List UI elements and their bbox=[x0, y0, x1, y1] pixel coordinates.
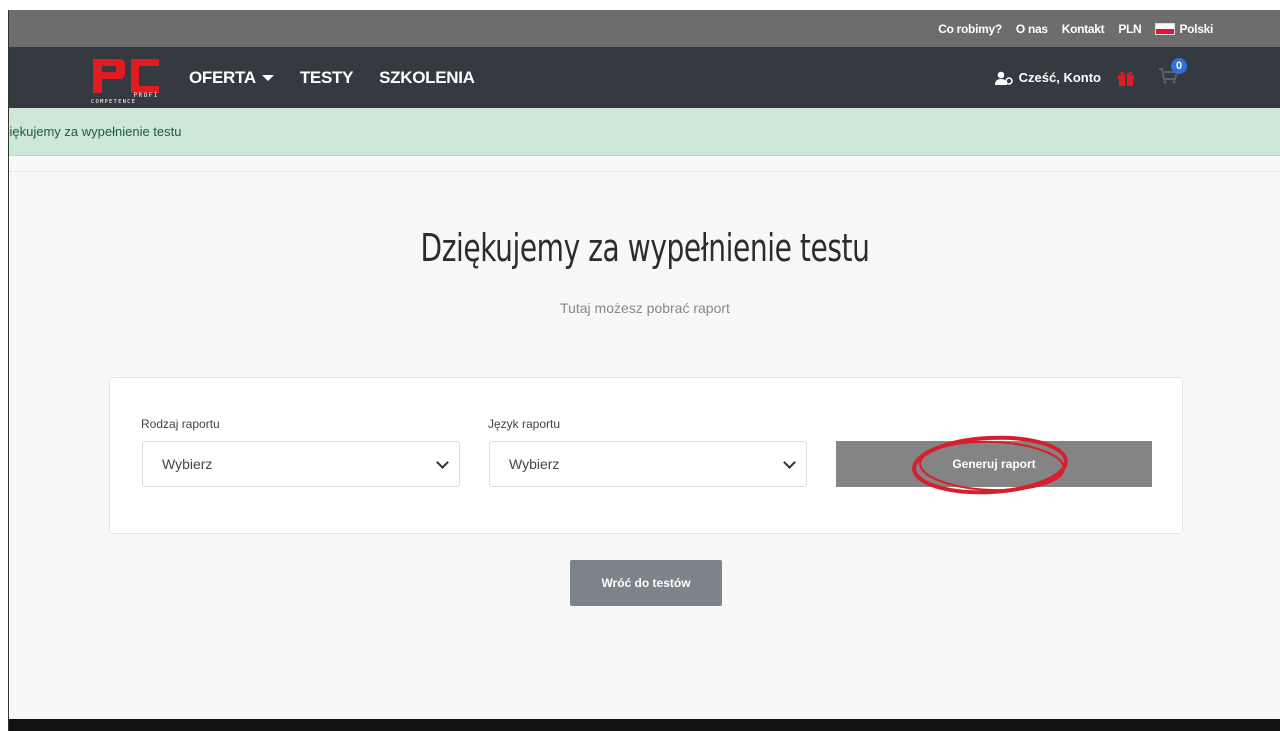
divider bbox=[9, 171, 1280, 172]
nav-right: Cześć, Konto 0 bbox=[994, 47, 1187, 108]
chevron-down-icon bbox=[436, 456, 449, 469]
main-navbar: PROFI COMPETENCE OFERTA TESTY SZKOLENIA … bbox=[9, 47, 1280, 108]
nav-trainings[interactable]: SZKOLENIA bbox=[379, 68, 475, 88]
back-to-tests-button[interactable]: Wróć do testów bbox=[570, 560, 722, 606]
logo[interactable]: PROFI COMPETENCE bbox=[91, 53, 161, 105]
link-what-we-do[interactable]: Co robimy? bbox=[938, 22, 1002, 36]
nav-offer-label: OFERTA bbox=[189, 67, 256, 87]
pc-logo-icon: PROFI COMPETENCE bbox=[91, 59, 159, 105]
page-title: Dziękujemy za wypełnienie testu bbox=[420, 226, 870, 270]
account-link[interactable]: Cześć, Konto bbox=[994, 70, 1101, 85]
caret-down-icon bbox=[261, 75, 274, 82]
nav-menu: OFERTA TESTY SZKOLENIA bbox=[189, 47, 475, 108]
report-type-select[interactable]: Wybierz bbox=[142, 441, 460, 487]
report-language-value: Wybierz bbox=[509, 456, 560, 472]
language-selector[interactable]: Polski bbox=[1155, 22, 1213, 36]
svg-text:COMPETENCE: COMPETENCE bbox=[91, 99, 136, 103]
chevron-down-icon bbox=[783, 456, 796, 469]
nav-offer-dropdown[interactable]: OFERTA bbox=[189, 68, 274, 88]
nav-tests[interactable]: TESTY bbox=[300, 68, 354, 88]
page-subtitle: Tutaj możesz pobrać raport bbox=[560, 300, 730, 316]
generate-report-button[interactable]: Generuj raport bbox=[836, 441, 1152, 487]
gift-icon[interactable] bbox=[1117, 70, 1135, 86]
alert-text: ziękujemy za wypełnienie testu bbox=[8, 124, 182, 139]
account-label: Cześć, Konto bbox=[1018, 70, 1101, 85]
poland-flag-icon bbox=[1155, 23, 1176, 36]
report-form-card: Rodzaj raportu Wybierz Język raportu Wyb… bbox=[109, 377, 1183, 534]
svg-text:PROFI: PROFI bbox=[133, 92, 159, 99]
user-gear-icon bbox=[994, 71, 1013, 85]
link-contact[interactable]: Kontakt bbox=[1062, 22, 1105, 36]
currency-selector[interactable]: PLN bbox=[1118, 22, 1141, 36]
top-bar: Co robimy? O nas Kontakt PLN Polski bbox=[9, 10, 1280, 47]
report-language-select[interactable]: Wybierz bbox=[489, 441, 807, 487]
footer-bar bbox=[9, 719, 1280, 731]
report-type-label: Rodzaj raportu bbox=[141, 417, 220, 431]
cart-count-badge: 0 bbox=[1171, 57, 1187, 74]
top-links: Co robimy? O nas Kontakt PLN Polski bbox=[938, 10, 1213, 47]
link-about[interactable]: O nas bbox=[1016, 22, 1048, 36]
cart-button[interactable]: 0 bbox=[1159, 57, 1187, 88]
success-alert: ziękujemy za wypełnienie testu bbox=[9, 108, 1280, 156]
report-type-value: Wybierz bbox=[162, 456, 213, 472]
report-language-label: Język raportu bbox=[488, 417, 561, 431]
page-frame: Co robimy? O nas Kontakt PLN Polski PROF… bbox=[8, 10, 1280, 731]
language-label: Polski bbox=[1179, 21, 1213, 36]
